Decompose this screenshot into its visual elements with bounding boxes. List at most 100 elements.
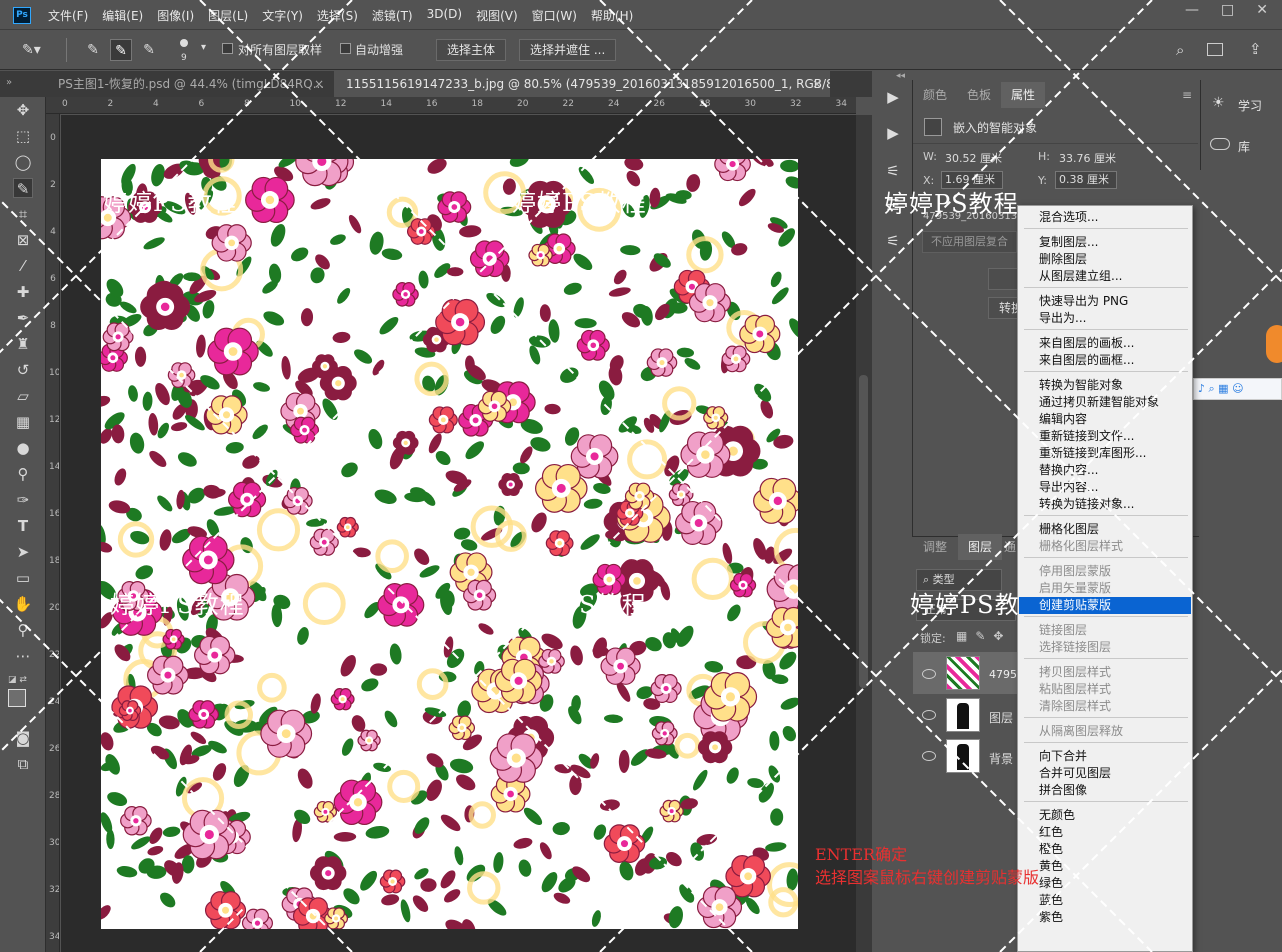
menu-item-1[interactable]: 编辑(E): [102, 7, 143, 24]
menu-item-2[interactable]: 图像(I): [157, 7, 194, 24]
subtract-selection-icon[interactable]: ✎: [138, 39, 160, 61]
context-menu-item[interactable]: 重新链接到文件...: [1019, 428, 1191, 445]
menu-item-9[interactable]: 窗口(W): [532, 7, 577, 24]
context-menu-item[interactable]: 紫色: [1019, 909, 1191, 926]
scrollbar-thumb[interactable]: [859, 375, 868, 688]
dodge-tool-icon[interactable]: ⚲: [13, 464, 33, 484]
convert-button[interactable]: 转换: [988, 297, 1018, 319]
marquee-tool-icon[interactable]: ⬚: [13, 126, 33, 146]
minimize-icon[interactable]: —: [1185, 2, 1199, 18]
pen-tool-icon[interactable]: ✑: [13, 490, 33, 510]
context-menu-item[interactable]: 无颜色: [1019, 807, 1191, 824]
context-menu-item[interactable]: 拼合图像: [1019, 782, 1191, 799]
context-menu-item[interactable]: 向下合并: [1019, 748, 1191, 765]
quick-select-tool-icon[interactable]: ✎: [13, 178, 33, 198]
zoom-tool-icon[interactable]: ⚲: [13, 620, 33, 640]
tab-layers[interactable]: 图层: [958, 534, 1003, 560]
context-menu-item[interactable]: 来自图层的画板...: [1019, 335, 1191, 352]
context-menu-item[interactable]: 通过拷贝新建智能对象: [1019, 394, 1191, 411]
tab-close-icon[interactable]: ×: [812, 77, 822, 91]
tab-channels[interactable]: 通: [1002, 534, 1017, 560]
menu-item-3[interactable]: 图层(L): [208, 7, 248, 24]
healing-tool-icon[interactable]: ✚: [13, 282, 33, 302]
context-menu-item[interactable]: 合并可见图层: [1019, 765, 1191, 782]
actions-icon[interactable]: ▶: [884, 124, 902, 142]
eyedropper-tool-icon[interactable]: ⁄: [13, 256, 33, 276]
context-menu-item[interactable]: 蓝色: [1019, 892, 1191, 909]
context-menu-item[interactable]: 混合选项...: [1019, 209, 1191, 226]
tab-properties[interactable]: 属性: [1001, 82, 1046, 108]
context-menu-item[interactable]: 红色: [1019, 824, 1191, 841]
hand-tool-icon[interactable]: ✋: [13, 594, 33, 614]
panel-menu-icon[interactable]: ≡: [1182, 88, 1192, 102]
context-menu-item[interactable]: 替换内容...: [1019, 462, 1191, 479]
add-selection-icon[interactable]: ✎: [110, 39, 132, 61]
layer-name[interactable]: 背景: [989, 750, 1013, 767]
cloud-library-icon[interactable]: [1210, 138, 1230, 150]
move-tool-icon[interactable]: ✥: [13, 100, 33, 120]
ime-icons[interactable]: ♪ ⌕ ▦ ☺: [1198, 382, 1244, 396]
gradient-tool-icon[interactable]: ▦: [13, 412, 33, 432]
context-menu-item[interactable]: 来自图层的画框...: [1019, 352, 1191, 369]
panel-collapse-icon[interactable]: »: [6, 77, 12, 88]
edit-contents-button[interactable]: [988, 268, 1018, 290]
floating-badge-icon[interactable]: [1266, 325, 1282, 363]
eraser-tool-icon[interactable]: ▱: [13, 386, 33, 406]
lasso-tool-icon[interactable]: ◯: [13, 152, 33, 172]
more-tools-icon[interactable]: ⋯: [13, 646, 33, 666]
screen-mode-icon[interactable]: ⧉: [13, 754, 33, 774]
new-selection-icon[interactable]: ✎: [82, 39, 104, 61]
context-menu-item[interactable]: 复制图层...: [1019, 234, 1191, 251]
context-menu-item[interactable]: 快速导出为 PNG: [1019, 293, 1191, 310]
menu-item-7[interactable]: 3D(D): [427, 7, 462, 24]
brush-size-dot-icon[interactable]: [180, 39, 188, 47]
visibility-eye-icon[interactable]: [922, 669, 936, 679]
tab-document-1[interactable]: PS主图1-恢复的.psd @ 44.4% (timgLD84RQ...: [46, 71, 334, 97]
history-icon[interactable]: ▶: [884, 88, 902, 106]
context-menu-item[interactable]: 转换为智能对象: [1019, 377, 1191, 394]
quick-mask-icon[interactable]: ◙: [13, 728, 33, 748]
tab-color[interactable]: 颜色: [913, 82, 957, 108]
layer-name[interactable]: 图层: [989, 709, 1013, 726]
sample-all-layers-checkbox[interactable]: [222, 43, 233, 54]
type-tool-icon[interactable]: T: [13, 516, 33, 536]
history-brush-icon[interactable]: ↺: [13, 360, 33, 380]
visibility-eye-icon[interactable]: [922, 710, 936, 720]
default-colors-icon[interactable]: ◪ ⇄: [8, 675, 27, 685]
menu-item-4[interactable]: 文字(Y): [262, 7, 303, 24]
layer-thumbnail[interactable]: [946, 656, 980, 690]
tab-close-icon[interactable]: ×: [314, 77, 324, 91]
context-menu-item[interactable]: 绿色: [1019, 875, 1191, 892]
width-value[interactable]: 30.52 厘米: [945, 150, 1002, 166]
context-menu-item[interactable]: 栅格化图层: [1019, 521, 1191, 538]
menu-item-10[interactable]: 帮助(H): [591, 7, 633, 24]
learn-label[interactable]: 学习: [1238, 97, 1262, 114]
lightbulb-icon[interactable]: ☀: [1212, 95, 1228, 113]
close-icon[interactable]: ✕: [1256, 2, 1268, 18]
context-menu-item[interactable]: 编辑内容: [1019, 411, 1191, 428]
workspace-icon[interactable]: [1207, 43, 1223, 56]
tab-swatches[interactable]: 色板: [957, 82, 1001, 108]
dock-collapse-icon[interactable]: ◂◂: [896, 71, 905, 81]
ime-toolbar[interactable]: ♪ ⌕ ▦ ☺: [1193, 378, 1282, 400]
context-menu-item[interactable]: 橙色: [1019, 841, 1191, 858]
menu-item-8[interactable]: 视图(V): [476, 7, 518, 24]
stamp-tool-icon[interactable]: ♜: [13, 334, 33, 354]
quick-select-preset-icon[interactable]: ✎▾: [22, 42, 46, 58]
blur-tool-icon[interactable]: ●: [13, 438, 33, 458]
share-icon[interactable]: ⇪: [1249, 40, 1265, 58]
layer-comp-select[interactable]: 不应用图层复合: [922, 231, 1017, 253]
y-input[interactable]: 0.38 厘米: [1055, 171, 1117, 189]
library-label[interactable]: 库: [1238, 138, 1250, 155]
layer-thumbnail[interactable]: [946, 739, 980, 773]
context-menu-item[interactable]: 从图层建立组...: [1019, 268, 1191, 285]
frame-tool-icon[interactable]: ⊠: [13, 230, 33, 250]
context-menu-item[interactable]: 导出内容...: [1019, 479, 1191, 496]
menu-item-0[interactable]: 文件(F): [48, 7, 88, 24]
brush-tool-icon[interactable]: ✒: [13, 308, 33, 328]
menu-item-6[interactable]: 滤镜(T): [372, 7, 413, 24]
adjust-icon[interactable]: ⚟: [884, 162, 902, 180]
auto-enhance-checkbox[interactable]: [340, 43, 351, 54]
search-icon[interactable]: ⌕: [1176, 41, 1194, 59]
tab-document-2[interactable]: 1155115619147233_b.jpg @ 80.5% (479539_2…: [334, 71, 830, 97]
